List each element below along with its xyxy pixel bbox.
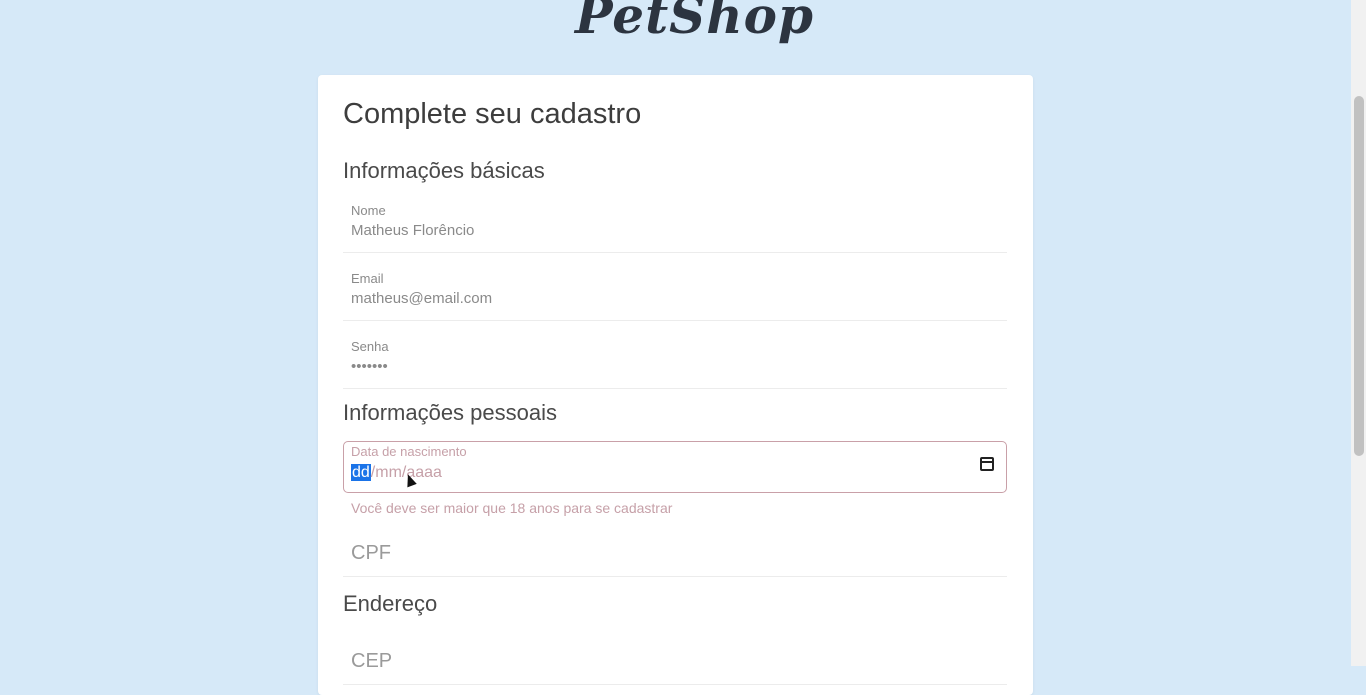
- page-title: Complete seu cadastro: [343, 98, 642, 130]
- birthdate-label: Data de nascimento: [351, 444, 467, 459]
- birthdate-field[interactable]: Data de nascimento dd/mm/aaaa: [343, 441, 1007, 493]
- password-label: Senha: [351, 339, 389, 354]
- petshop-logo: PetShop: [575, 0, 814, 45]
- name-field[interactable]: Nome Matheus Florêncio: [343, 197, 1007, 253]
- calendar-icon[interactable]: [980, 457, 994, 471]
- birthdate-input[interactable]: dd/mm/aaaa: [351, 464, 442, 482]
- password-field[interactable]: Senha •••••••: [343, 333, 1007, 389]
- section-basic-info: Informações básicas: [343, 158, 545, 183]
- birthdate-day-segment[interactable]: dd: [351, 464, 371, 481]
- scrollbar-thumb[interactable]: [1354, 96, 1364, 456]
- email-input[interactable]: matheus@email.com: [351, 290, 492, 307]
- birthdate-error-message: Você deve ser maior que 18 anos para se …: [351, 500, 673, 516]
- cep-input[interactable]: CEP: [351, 650, 392, 673]
- cep-field[interactable]: CEP: [343, 645, 1007, 685]
- password-input[interactable]: •••••••: [351, 358, 388, 375]
- section-address: Endereço: [343, 591, 438, 616]
- name-input[interactable]: Matheus Florêncio: [351, 222, 474, 239]
- cpf-field[interactable]: CPF: [343, 537, 1007, 577]
- page-scrollbar[interactable]: [1351, 0, 1366, 666]
- name-label: Nome: [351, 203, 386, 218]
- signup-card: Complete seu cadastro Informações básica…: [318, 75, 1033, 695]
- email-field[interactable]: Email matheus@email.com: [343, 265, 1007, 321]
- section-personal-info: Informações pessoais: [343, 400, 557, 425]
- email-label: Email: [351, 271, 384, 286]
- cpf-input[interactable]: CPF: [351, 542, 391, 565]
